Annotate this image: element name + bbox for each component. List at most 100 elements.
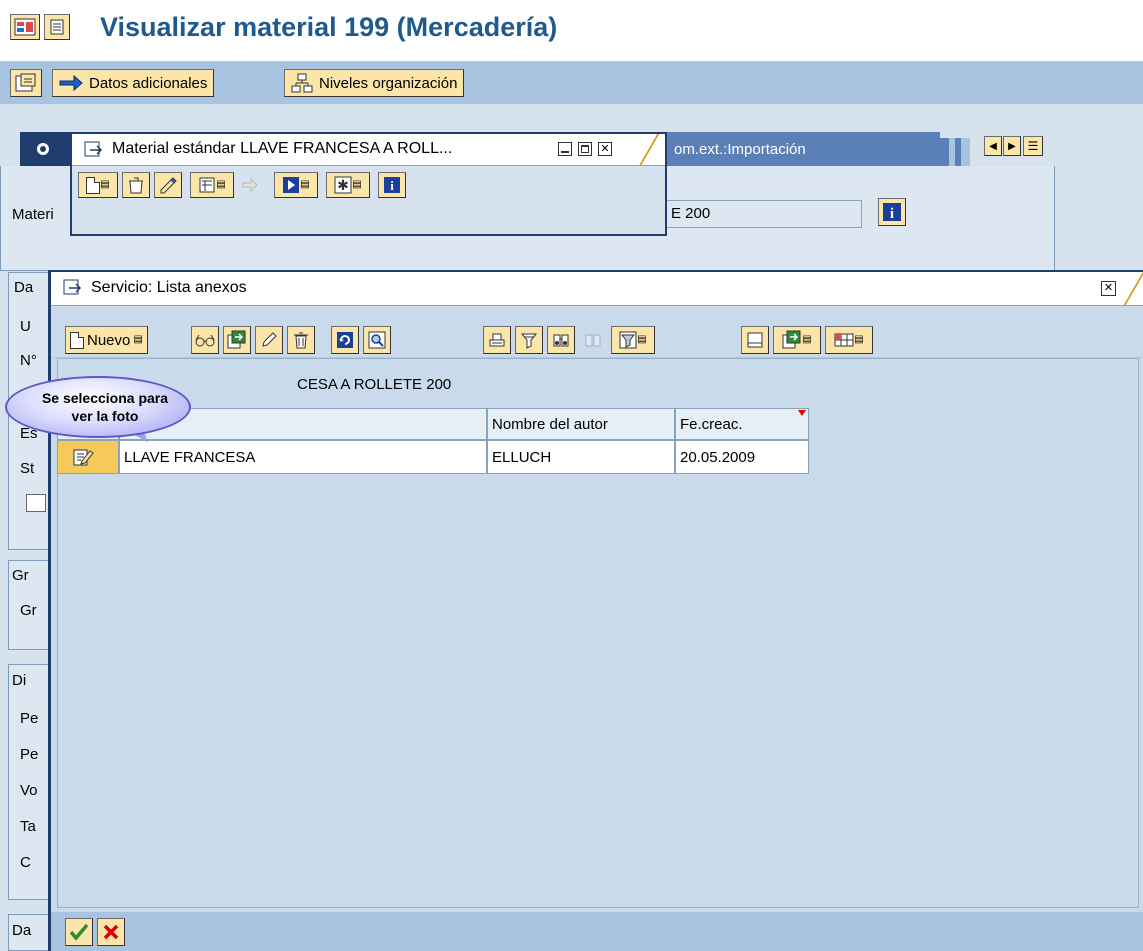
- tab-scroll-right-button[interactable]: ▶: [1003, 136, 1021, 156]
- hierarchy-icon: [291, 73, 313, 93]
- grid-icon: [834, 333, 854, 347]
- maximize-button[interactable]: [578, 142, 592, 156]
- note-button[interactable]: [154, 172, 182, 198]
- page-title: Visualizar material 199 (Mercadería): [100, 12, 558, 42]
- minimize-icon: [561, 151, 569, 153]
- row-author: ELLUCH: [492, 448, 552, 466]
- list-icon: ☰: [1027, 139, 1039, 153]
- dropdown-icon: ▤: [854, 334, 864, 345]
- additional-data-label: Datos adicionales: [89, 74, 208, 92]
- checkbox-fragment[interactable]: [26, 494, 46, 512]
- play-button[interactable]: ▤: [274, 172, 318, 198]
- triangle-right-icon: ▶: [1008, 140, 1016, 152]
- grid-header-date[interactable]: Fe.creac.: [675, 408, 809, 440]
- cancel-button[interactable]: [97, 918, 125, 946]
- table-cell-title[interactable]: LLAVE FRANCESA: [119, 440, 487, 474]
- titlebar-accent: [638, 134, 660, 166]
- grid-header-author[interactable]: Nombre del autor: [487, 408, 675, 440]
- tab-scroll-left-button[interactable]: ◀: [984, 136, 1002, 156]
- refresh-icon: [337, 332, 353, 348]
- org-levels-button[interactable]: Niveles organización: [284, 69, 465, 97]
- row-selector[interactable]: [57, 440, 119, 474]
- popup-icon: [63, 279, 82, 295]
- close-icon: ✕: [600, 143, 610, 155]
- export-menu-button[interactable]: ▤: [773, 326, 821, 354]
- dropdown-icon: ▤: [133, 334, 143, 345]
- material-value-field: E 200: [664, 200, 862, 228]
- svg-text:✱: ✱: [337, 178, 349, 194]
- side-label: Gr: [12, 567, 29, 584]
- refresh-button[interactable]: [331, 326, 359, 354]
- dropdown-icon: ▤: [216, 179, 226, 190]
- tab-foreign-trade[interactable]: om.ext.:Importación: [660, 132, 940, 166]
- info-icon: i: [384, 177, 400, 193]
- maximize-icon: [581, 145, 589, 153]
- edit-button[interactable]: [255, 326, 283, 354]
- arrow-right-icon: [59, 75, 83, 91]
- dropdown-icon: ▤: [352, 179, 362, 190]
- row-title: LLAVE FRANCESA: [124, 448, 256, 466]
- create-button[interactable]: ▤: [78, 172, 118, 198]
- find-button[interactable]: [547, 326, 575, 354]
- material-value-fragment: E 200: [671, 205, 711, 222]
- titlebar-accent: [1123, 272, 1143, 306]
- special-button[interactable]: ✱ ▤: [326, 172, 370, 198]
- trash-icon: [294, 332, 308, 349]
- check-icon: [69, 923, 89, 941]
- export-button[interactable]: [223, 326, 251, 354]
- cancel-icon: [103, 924, 119, 940]
- display-button[interactable]: [191, 326, 219, 354]
- dropdown-icon: ▤: [100, 179, 110, 190]
- search-icon: [368, 331, 386, 349]
- side-label: Ta: [20, 818, 36, 835]
- info-button[interactable]: i: [378, 172, 406, 198]
- arrow-right-icon: [242, 177, 258, 193]
- attachment-popup-footer: [51, 912, 1143, 951]
- close-button[interactable]: ✕: [598, 142, 612, 156]
- side-label: Pe: [20, 710, 39, 727]
- info-button-bg[interactable]: i: [878, 198, 906, 226]
- confirm-button[interactable]: [65, 918, 93, 946]
- side-label: N°: [20, 352, 37, 369]
- delete-button[interactable]: [287, 326, 315, 354]
- table-cell-date[interactable]: 20.05.2009: [675, 440, 809, 474]
- new-button[interactable]: Nuevo ▤: [65, 326, 148, 354]
- side-label: C: [20, 854, 31, 871]
- tab-foreign-trade-label: om.ext.:Importación: [674, 140, 806, 158]
- print-button[interactable]: [483, 326, 511, 354]
- asterisk-icon: ✱: [334, 176, 352, 194]
- new-doc-icon: [86, 176, 101, 194]
- material-label-fragment: Materi: [12, 206, 54, 223]
- layout-button[interactable]: ▤: [825, 326, 873, 354]
- attachment-popup-title: Servicio: Lista anexos: [91, 279, 247, 296]
- side-label: Pe: [20, 746, 39, 763]
- layout-icon-button[interactable]: [10, 14, 40, 40]
- glasses-icon: [195, 334, 215, 347]
- dropdown-icon: ▤: [802, 334, 812, 345]
- sort-marker-icon: [798, 410, 806, 416]
- screen-button[interactable]: [10, 69, 42, 97]
- detail-button[interactable]: [363, 326, 391, 354]
- close-button[interactable]: ✕: [1101, 281, 1116, 296]
- sort-button[interactable]: [515, 326, 543, 354]
- find-next-button: [579, 326, 607, 354]
- application-toolbar: Datos adicionales Niveles organización: [0, 62, 1143, 104]
- attachment-popup-titlebar: Servicio: Lista anexos ✕: [51, 272, 1143, 306]
- tab-list-button[interactable]: ☰: [1023, 136, 1043, 156]
- popup-icon: [84, 141, 103, 157]
- note-pen-icon: [160, 177, 177, 194]
- additional-data-button[interactable]: Datos adicionales: [52, 69, 215, 97]
- side-label: Di: [12, 672, 27, 689]
- view-button[interactable]: [741, 326, 769, 354]
- filter-button[interactable]: ▤: [611, 326, 655, 354]
- find-next-icon: [585, 334, 601, 347]
- minimize-button[interactable]: [558, 142, 572, 156]
- doc-menu-button[interactable]: ▤: [190, 172, 234, 198]
- material-popup-title: Material estándar LLAVE FRANCESA A ROLL.…: [112, 140, 453, 157]
- close-icon: ✕: [1103, 282, 1114, 294]
- menu-button[interactable]: [44, 14, 70, 40]
- trash-bin-button[interactable]: [122, 172, 150, 198]
- object-description: CESA A ROLLETE 200: [297, 376, 452, 393]
- table-cell-author[interactable]: ELLUCH: [487, 440, 675, 474]
- side-label: St: [20, 460, 35, 477]
